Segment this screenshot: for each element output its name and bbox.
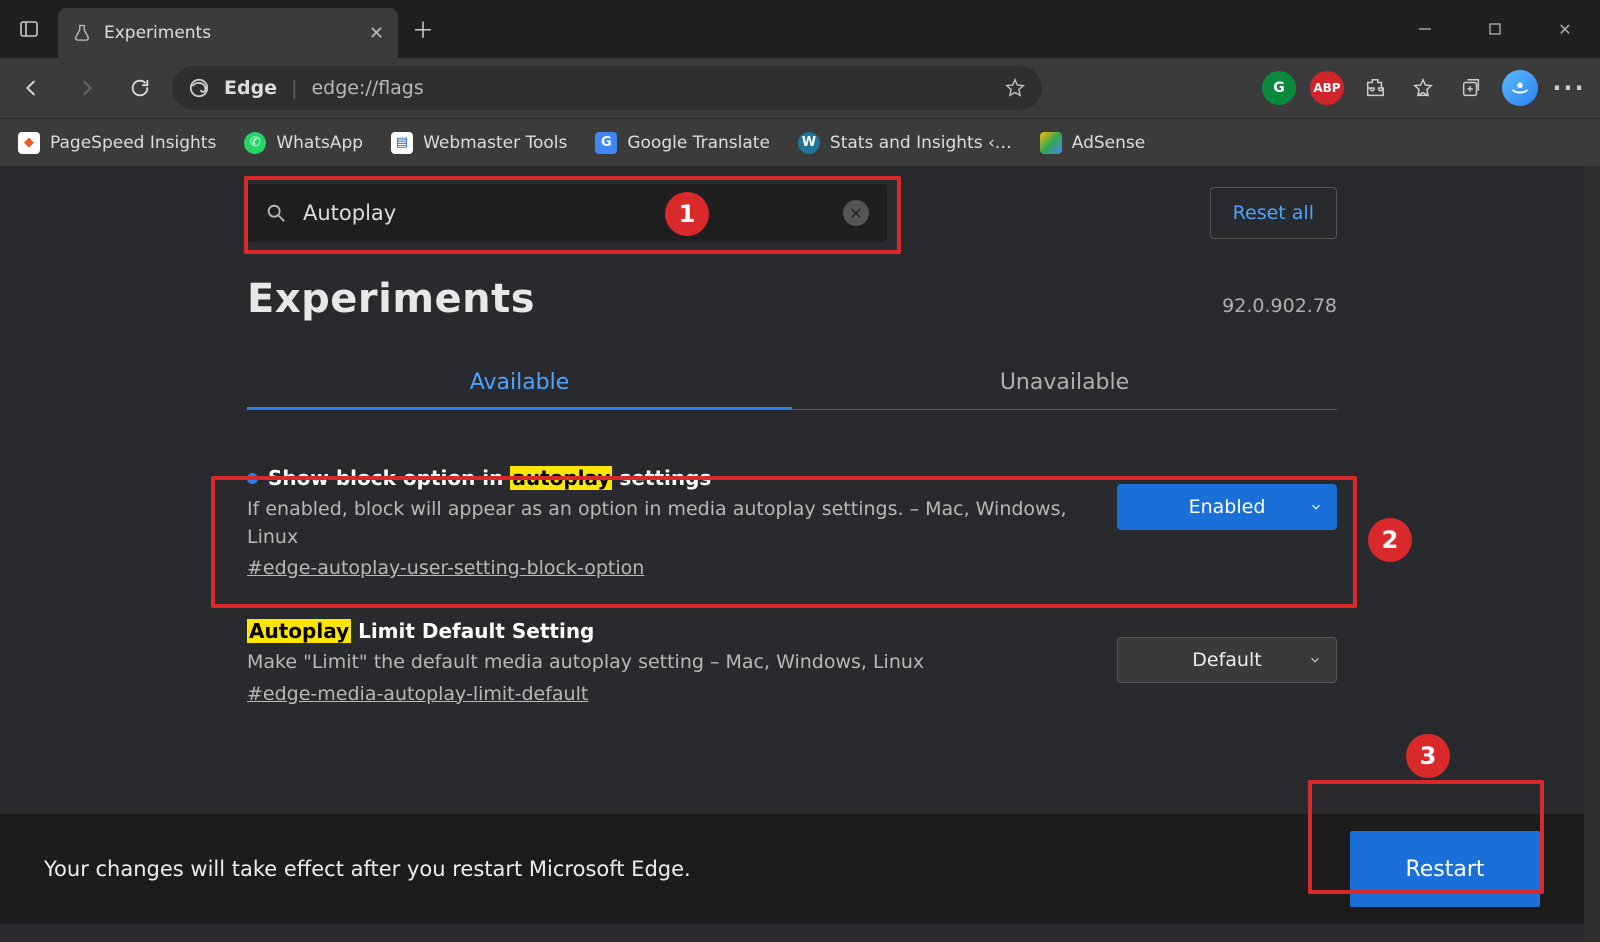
version-label: 92.0.902.78 (1222, 295, 1337, 317)
toolbar-right: G ABP ··· (1262, 70, 1590, 106)
chevron-down-icon (1308, 653, 1322, 667)
bookmark-favicon: G (595, 132, 617, 154)
bookmark-item[interactable]: ▤ Webmaster Tools (391, 132, 567, 154)
bookmarks-bar: ◆ PageSpeed Insights ✆ WhatsApp ▤ Webmas… (0, 118, 1600, 166)
flags-tabs: Available Unavailable (247, 356, 1337, 410)
tab-title: Experiments (104, 23, 211, 43)
flag-state-value: Default (1192, 649, 1261, 671)
nav-refresh-button[interactable] (118, 66, 162, 110)
bookmark-label: Stats and Insights ‹… (830, 133, 1012, 153)
bookmark-label: PageSpeed Insights (50, 133, 216, 153)
flag-anchor-link[interactable]: #edge-autoplay-user-setting-block-option (247, 557, 644, 579)
flags-search-input[interactable]: Autoplay ✕ (247, 184, 887, 242)
more-menu-button[interactable]: ··· (1552, 71, 1586, 105)
modified-dot-icon (247, 473, 258, 484)
browser-tab[interactable]: Experiments ✕ (58, 8, 398, 58)
window-minimize-button[interactable] (1390, 0, 1460, 58)
flag-title: Show block option in autoplay settings (247, 466, 1093, 490)
tab-available-label: Available (470, 370, 570, 395)
page-title: Experiments (247, 276, 535, 322)
edge-logo-icon (188, 77, 210, 99)
nav-back-button[interactable] (10, 66, 54, 110)
flag-anchor-link[interactable]: #edge-media-autoplay-limit-default (247, 683, 588, 705)
tab-close-button[interactable]: ✕ (369, 23, 384, 44)
reset-all-button[interactable]: Reset all (1210, 187, 1337, 239)
bookmark-favicon: ✆ (244, 132, 266, 154)
search-icon (265, 202, 287, 224)
extension-grammarly-icon[interactable]: G (1262, 71, 1296, 105)
flag-state-select[interactable]: Enabled (1117, 484, 1337, 530)
scrollbar-track[interactable] (1584, 166, 1600, 942)
profile-avatar-button[interactable] (1502, 70, 1538, 106)
flag-row: Show block option in autoplay settings I… (247, 440, 1337, 593)
tab-actions-button[interactable] (0, 0, 58, 58)
window-controls: ✕ (1390, 0, 1600, 58)
bookmark-favicon: ▤ (391, 132, 413, 154)
toolbar: Edge | edge://flags G ABP ··· (0, 58, 1600, 118)
flag-row: Autoplay Limit Default Setting Make "Lim… (247, 593, 1337, 719)
bookmark-label: WhatsApp (276, 133, 363, 153)
highlight: autoplay (510, 466, 612, 490)
tab-available[interactable]: Available (247, 356, 792, 409)
address-bar-scheme: Edge (224, 77, 277, 99)
bookmark-item[interactable]: ◆ PageSpeed Insights (18, 132, 216, 154)
address-bar-url: edge://flags (311, 77, 423, 99)
address-bar[interactable]: Edge | edge://flags (172, 66, 1042, 110)
favorites-button[interactable] (1406, 71, 1440, 105)
bookmark-item[interactable]: ✆ WhatsApp (244, 132, 363, 154)
bookmark-item[interactable]: G Google Translate (595, 132, 770, 154)
tab-unavailable[interactable]: Unavailable (792, 356, 1337, 409)
nav-forward-button[interactable] (64, 66, 108, 110)
search-value: Autoplay (303, 201, 396, 225)
favorite-star-button[interactable] (1004, 77, 1026, 99)
flag-title: Autoplay Limit Default Setting (247, 619, 1093, 643)
restart-message: Your changes will take effect after you … (44, 857, 691, 881)
highlight: Autoplay (247, 619, 351, 643)
bookmark-label: Webmaster Tools (423, 133, 567, 153)
collections-button[interactable] (1454, 71, 1488, 105)
tab-actions-icon (19, 19, 39, 39)
reset-all-label: Reset all (1233, 202, 1314, 224)
window-close-button[interactable]: ✕ (1530, 0, 1600, 58)
bookmark-label: AdSense (1072, 133, 1145, 153)
bookmark-item[interactable]: AdSense (1040, 132, 1145, 154)
bookmark-favicon: ◆ (18, 132, 40, 154)
flag-description: Make "Limit" the default media autoplay … (247, 649, 1093, 677)
flag-state-select[interactable]: Default (1117, 637, 1337, 683)
tab-unavailable-label: Unavailable (1000, 370, 1129, 395)
flag-description: If enabled, block will appear as an opti… (247, 496, 1093, 551)
restart-button[interactable]: Restart (1350, 831, 1540, 907)
bookmark-favicon: W (798, 132, 820, 154)
restart-button-label: Restart (1405, 857, 1484, 882)
flask-icon (72, 23, 92, 43)
restart-bar: Your changes will take effect after you … (0, 814, 1584, 924)
flag-state-value: Enabled (1189, 496, 1266, 518)
new-tab-button[interactable]: ＋ (398, 0, 448, 58)
extensions-button[interactable] (1358, 71, 1392, 105)
bookmark-favicon (1040, 132, 1062, 154)
window-maximize-button[interactable] (1460, 0, 1530, 58)
extension-abp-icon[interactable]: ABP (1310, 71, 1344, 105)
chevron-down-icon (1309, 500, 1323, 514)
search-clear-button[interactable]: ✕ (843, 200, 869, 226)
bookmark-item[interactable]: W Stats and Insights ‹… (798, 132, 1012, 154)
address-bar-separator: | (291, 77, 297, 99)
title-bar: Experiments ✕ ＋ ✕ (0, 0, 1600, 58)
bookmark-label: Google Translate (627, 133, 770, 153)
